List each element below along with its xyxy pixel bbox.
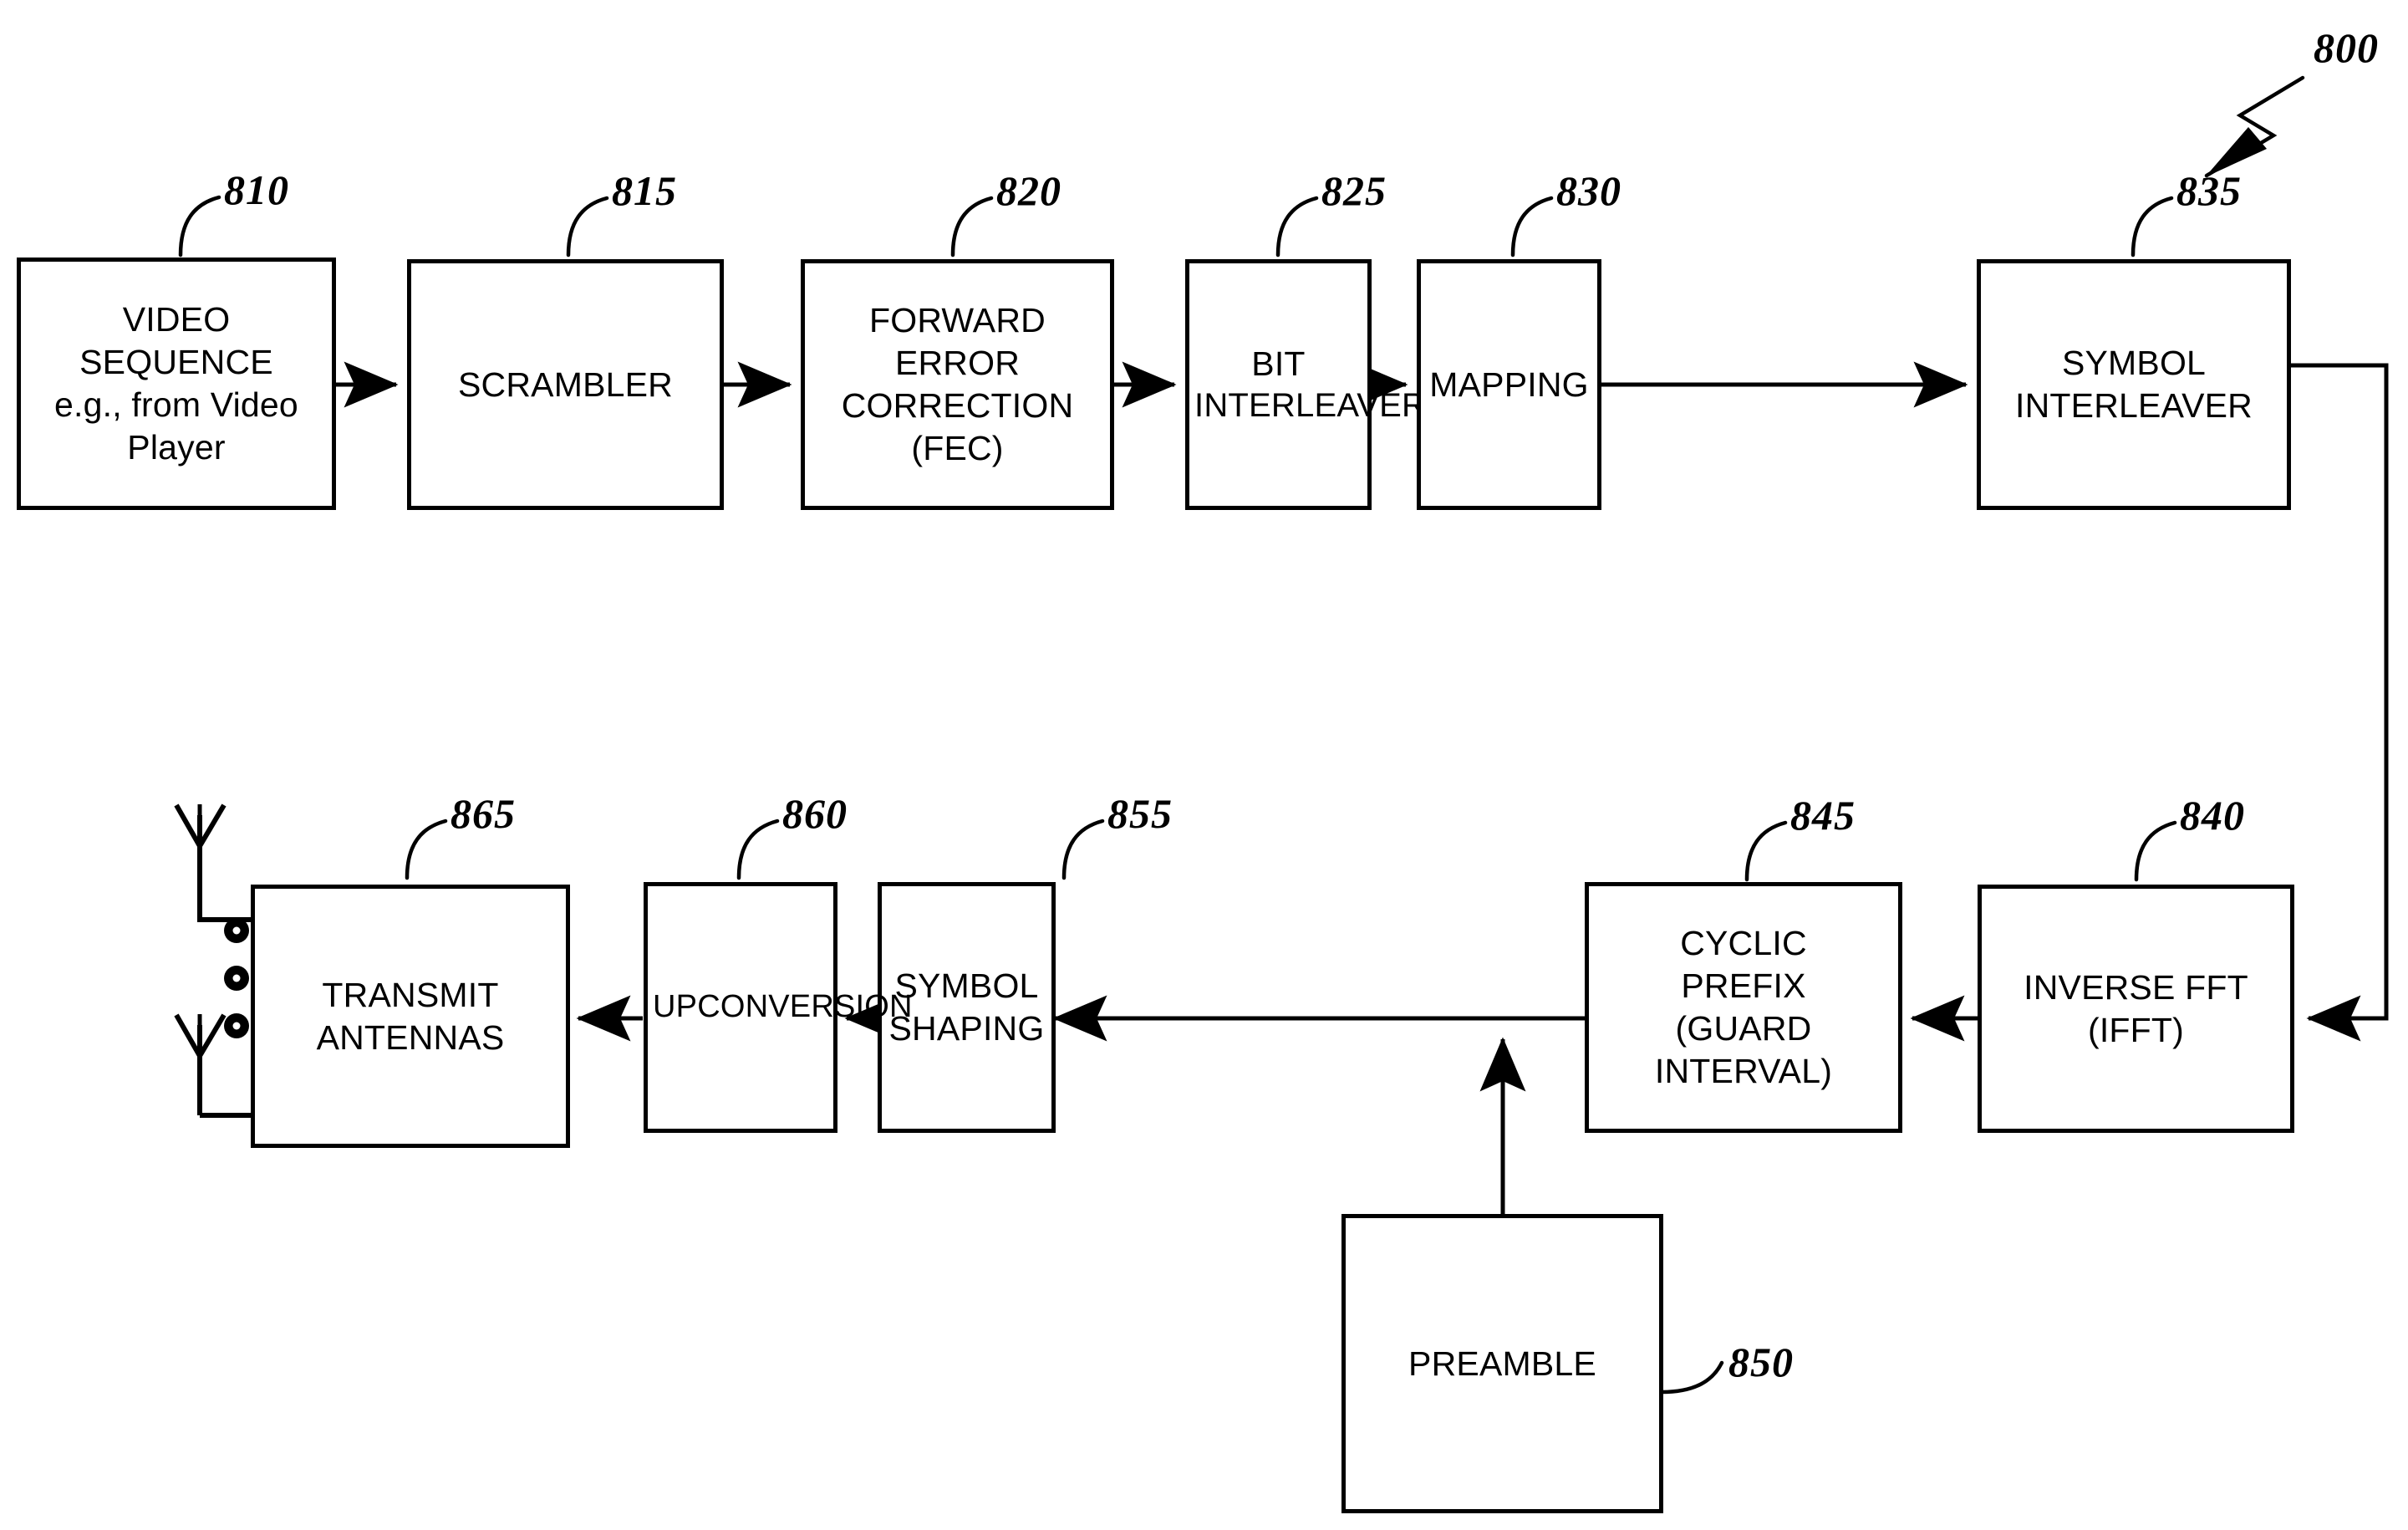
ref-number-855: 855 [1107, 790, 1173, 837]
leader-865 [405, 819, 448, 880]
block-bit-interleaver-label: BIT INTERLEAVER [1189, 343, 1427, 426]
leader-855 [1061, 819, 1105, 880]
leader-835 [2131, 196, 2174, 258]
figure-canvas: VIDEO SEQUENCE e.g., from Video Player S… [0, 0, 2408, 1530]
text-line: (IFFT) [2087, 1010, 2185, 1049]
leader-810 [178, 195, 221, 258]
ref-number-830: 830 [1556, 167, 1621, 214]
ref-number-825: 825 [1321, 167, 1387, 214]
block-inverse-fft[interactable]: INVERSE FFT (IFFT) [1978, 885, 2294, 1133]
diagram-vector-layer [174, 75, 2389, 1395]
text-line: PREFIX [1681, 966, 1806, 1006]
leader-815 [566, 196, 609, 258]
ref-number-820: 820 [996, 167, 1061, 214]
text-line: INTERVAL) [1654, 1051, 1833, 1090]
ref-number-865: 865 [451, 790, 516, 837]
text-line: CYCLIC [1680, 924, 1807, 963]
text-line: SCRAMBLER [458, 365, 673, 404]
block-video-sequence[interactable]: VIDEO SEQUENCE e.g., from Video Player [17, 258, 336, 510]
block-forward-error-correction[interactable]: FORWARD ERROR CORRECTION (FEC) [801, 259, 1114, 510]
leader-860 [736, 819, 780, 880]
text-line: CORRECTION [841, 386, 1074, 425]
block-cyclic-prefix-label: CYCLIC PREFIX (GUARD INTERVAL) [1589, 922, 1898, 1092]
leader-840 [2134, 820, 2177, 882]
text-line: (GUARD [1675, 1009, 1812, 1048]
wire-835-to-840 [2291, 363, 2389, 1042]
text-line: MAPPING [1429, 365, 1589, 404]
text-line: INTERLEAVER [1194, 386, 1427, 424]
text-line: TRANSMIT [322, 975, 499, 1014]
block-transmit-antennas-label: TRANSMIT ANTENNAS [255, 974, 566, 1059]
text-line: UPCONVERSION [653, 989, 913, 1025]
leader-820 [950, 196, 994, 258]
antenna-icon-top [174, 803, 252, 922]
block-symbol-interleaver-label: SYMBOL INTERLEAVER [1981, 342, 2287, 427]
vertical-ellipsis-icon [224, 918, 249, 1038]
text-line: ANTENNAS [316, 1017, 505, 1057]
block-preamble-label: PREAMBLE [1346, 1343, 1659, 1385]
block-scrambler[interactable]: SCRAMBLER [407, 259, 724, 510]
block-fec-label: FORWARD ERROR CORRECTION (FEC) [805, 299, 1110, 469]
block-transmit-antennas[interactable]: TRANSMIT ANTENNAS [251, 885, 570, 1148]
text-line: INTERLEAVER [2015, 386, 2253, 425]
ref-number-815: 815 [612, 167, 677, 214]
block-video-sequence-label: VIDEO SEQUENCE e.g., from Video Player [21, 298, 332, 468]
ref-number-835: 835 [2176, 167, 2242, 214]
text-line: ERROR [894, 344, 1021, 383]
ref-number-800: 800 [2314, 24, 2379, 71]
block-upconversion[interactable]: UPCONVERSION [644, 882, 913, 1133]
text-line: Player [127, 427, 226, 467]
block-cyclic-prefix[interactable]: CYCLIC PREFIX (GUARD INTERVAL) [1585, 882, 1902, 1133]
leader-830 [1510, 196, 1554, 258]
text-line: SEQUENCE [79, 343, 273, 382]
ref-number-860: 860 [782, 790, 848, 837]
block-scrambler-label: SCRAMBLER [411, 364, 720, 406]
text-line: FORWARD [869, 301, 1046, 340]
text-line: INVERSE FFT [2024, 967, 2248, 1007]
ref-number-840: 840 [2180, 792, 2245, 839]
ref-number-850: 850 [1728, 1339, 1794, 1385]
block-mapping-label: MAPPING [1421, 364, 1597, 406]
text-line: PREAMBLE [1408, 1344, 1596, 1383]
leader-845 [1744, 820, 1788, 882]
ref-number-810: 810 [224, 166, 289, 213]
block-symbol-interleaver[interactable]: SYMBOL INTERLEAVER [1977, 259, 2291, 510]
block-mapping[interactable]: MAPPING [1417, 259, 1601, 510]
block-upconversion-label: UPCONVERSION [648, 987, 913, 1027]
block-preamble[interactable]: PREAMBLE [1341, 1214, 1663, 1513]
text-line: BIT [1251, 344, 1306, 383]
text-line: (FEC) [911, 428, 1004, 467]
block-inverse-fft-label: INVERSE FFT (IFFT) [1982, 966, 2290, 1052]
block-bit-interleaver[interactable]: BIT INTERLEAVER [1185, 259, 1427, 510]
leader-850 [1659, 1360, 1724, 1395]
leader-825 [1275, 196, 1319, 258]
text-line: VIDEO [122, 300, 231, 339]
ref-number-845: 845 [1790, 792, 1856, 839]
text-line: e.g., from Video [54, 385, 298, 424]
text-line: SYMBOL [2061, 344, 2207, 383]
